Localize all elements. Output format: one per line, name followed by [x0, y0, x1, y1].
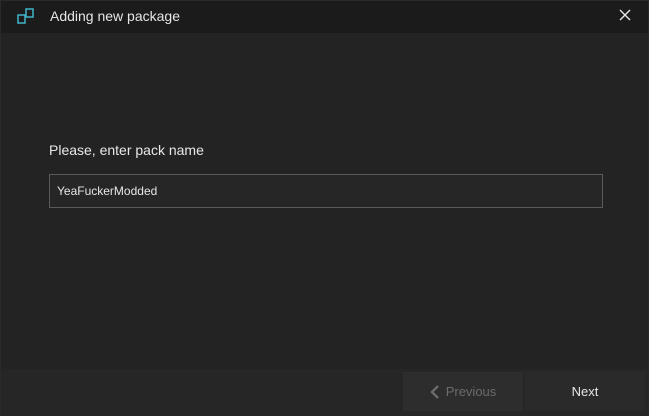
title-bar[interactable]: Adding new package [1, 1, 648, 33]
dialog-window: Adding new package Please, enter pack na… [0, 0, 649, 416]
package-icon [17, 7, 35, 25]
close-button[interactable] [602, 1, 648, 33]
previous-button[interactable]: Previous [403, 372, 523, 411]
pack-name-label: Please, enter pack name [49, 142, 204, 158]
chevron-left-icon [430, 384, 440, 399]
previous-label: Previous [445, 384, 497, 399]
next-label: Next [571, 384, 599, 399]
pack-name-input[interactable] [49, 174, 603, 208]
dialog-footer: Previous Next [1, 369, 648, 416]
next-button[interactable]: Next [525, 372, 645, 411]
window-title: Adding new package [50, 8, 180, 24]
close-icon [619, 8, 631, 26]
